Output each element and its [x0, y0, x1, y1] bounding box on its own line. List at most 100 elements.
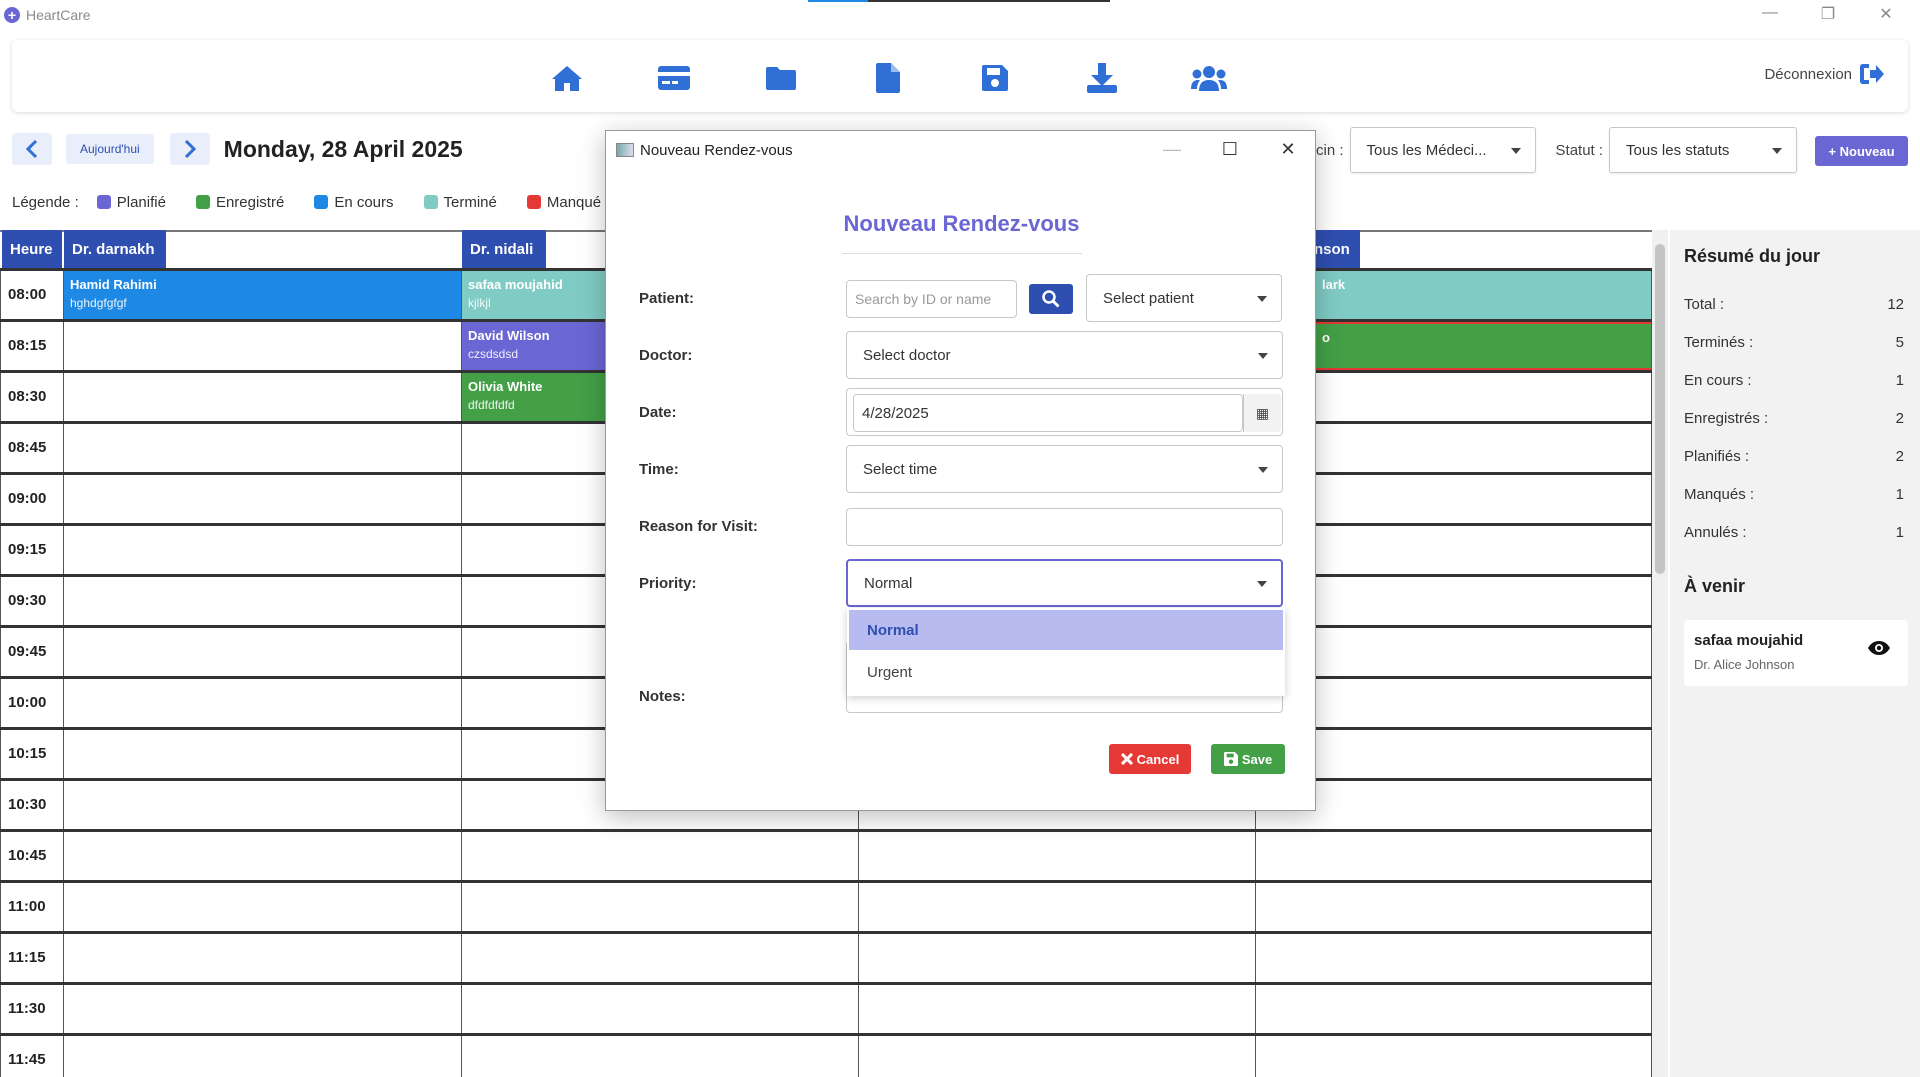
previous-day-button[interactable]	[12, 133, 52, 165]
card-icon[interactable]	[656, 62, 692, 94]
stat-row: Planifiés :2	[1684, 448, 1904, 465]
chevron-down-icon	[1258, 353, 1268, 359]
priority-select-value: Normal	[864, 574, 913, 592]
dialog-close-button[interactable]: ✕	[1276, 139, 1300, 160]
status-filter-label: Statut :	[1555, 141, 1604, 159]
appointment-patient: o	[1322, 330, 1330, 345]
stat-row: Enregistrés :2	[1684, 410, 1904, 427]
time-label: 08:30	[8, 388, 47, 405]
app-logo-icon: +	[4, 7, 20, 23]
date-input[interactable]: 4/28/2025	[853, 394, 1243, 432]
eye-icon[interactable]	[1868, 640, 1890, 656]
stat-row: Terminés :5	[1684, 334, 1904, 351]
day-summary-panel: Résumé du jour Total :12 Terminés :5 En …	[1670, 230, 1920, 1077]
scroll-thumb[interactable]	[1655, 244, 1665, 574]
time-label: 08:00	[8, 286, 47, 303]
time-select[interactable]: Select time	[846, 445, 1283, 493]
folder-icon[interactable]	[763, 62, 799, 94]
minimize-button[interactable]: —	[1755, 4, 1785, 22]
legend-item: Planifié	[96, 194, 166, 211]
dialog-window-title: Nouveau Rendez-vous	[640, 141, 793, 159]
app-title: HeartCare	[26, 7, 91, 23]
doctor-select-value: Select doctor	[863, 346, 951, 364]
stat-row: Annulés :1	[1684, 524, 1904, 541]
appointment-card[interactable]: safaa moujahid kjlkjl	[462, 271, 606, 319]
logout-button[interactable]: Déconnexion	[1764, 64, 1884, 84]
legend-item: Enregistré	[195, 194, 284, 211]
time-label: 11:30	[8, 1000, 46, 1017]
patient-select-value: Select patient	[1103, 289, 1194, 307]
upcoming-title: À venir	[1684, 576, 1746, 596]
download-icon[interactable]	[1084, 62, 1120, 94]
document-icon[interactable]	[870, 62, 906, 94]
appointment-card[interactable]: David Wilson czsdsdsd	[462, 322, 606, 370]
legend-title: Légende :	[12, 193, 79, 211]
doctor-column-header: Dr. darnakh	[64, 230, 166, 268]
appointment-card[interactable]: lark	[1316, 271, 1651, 319]
restore-button[interactable]: ❐	[1813, 4, 1843, 24]
new-appointment-button[interactable]: + Nouveau	[1815, 136, 1908, 166]
status-legend: Légende : Planifié Enregistré En cours T…	[12, 192, 601, 212]
hour-column-header: Heure	[2, 230, 62, 268]
doctor-column-header: nson	[1312, 230, 1360, 268]
patient-search-input[interactable]: Search by ID or name	[846, 280, 1017, 318]
time-label: 08:45	[8, 439, 47, 456]
legend-item: Terminé	[423, 194, 497, 211]
summary-title: Résumé du jour	[1684, 246, 1821, 266]
users-icon[interactable]	[1191, 62, 1227, 94]
loading-progress	[808, 0, 1110, 2]
appointment-patient: Hamid Rahimi	[70, 277, 157, 292]
reason-label: Reason for Visit:	[639, 518, 758, 535]
save-icon[interactable]	[977, 62, 1013, 94]
status-filter-select[interactable]: Tous les statuts	[1609, 127, 1798, 173]
priority-option-urgent[interactable]: Urgent	[849, 652, 1283, 692]
appointment-card[interactable]: o	[1316, 322, 1651, 370]
patient-search-button[interactable]	[1029, 284, 1073, 314]
date-label: Date:	[639, 404, 677, 421]
reason-input[interactable]	[846, 508, 1283, 546]
time-label: 10:45	[8, 847, 47, 864]
appointment-card[interactable]: Olivia White dfdfdfdfd	[462, 373, 606, 421]
dialog-maximize-button[interactable]: ☐	[1218, 139, 1242, 160]
next-day-button[interactable]	[169, 133, 210, 165]
priority-option-normal[interactable]: Normal	[849, 610, 1283, 650]
time-label: 09:00	[8, 490, 47, 507]
stat-row: Total :12	[1684, 296, 1904, 313]
upcoming-appointment-card[interactable]: safaa moujahid Dr. Alice Johnson	[1684, 620, 1908, 686]
calendar-icon[interactable]: ▦	[1243, 394, 1281, 432]
save-button[interactable]: Save	[1211, 744, 1285, 774]
priority-label: Priority:	[639, 575, 697, 592]
doctor-select[interactable]: Select doctor	[846, 331, 1283, 379]
filter-bar: cin : Tous les Médeci... Statut : Tous l…	[1316, 126, 1798, 174]
time-label: 11:45	[8, 1051, 46, 1068]
chevron-down-icon	[1258, 467, 1268, 473]
close-button[interactable]: ✕	[1871, 4, 1901, 24]
chevron-down-icon	[1772, 148, 1783, 154]
priority-dropdown-list: Normal Urgent	[847, 608, 1285, 696]
upcoming-doctor-name: Dr. Alice Johnson	[1694, 657, 1795, 672]
chevron-right-icon	[184, 140, 196, 158]
chevron-left-icon	[26, 140, 38, 158]
patient-label: Patient:	[639, 290, 695, 307]
time-label: 09:15	[8, 541, 47, 558]
doctor-filter-label: cin :	[1316, 141, 1344, 159]
appointment-patient: safaa moujahid	[468, 277, 563, 292]
sign-out-icon	[1860, 64, 1884, 84]
home-icon[interactable]	[549, 62, 585, 94]
save-icon	[1223, 752, 1238, 766]
patient-select[interactable]: Select patient	[1086, 274, 1282, 322]
time-label: 10:15	[8, 745, 47, 762]
stat-row: En cours :1	[1684, 372, 1904, 389]
time-label: 09:45	[8, 643, 47, 660]
time-label: 11:00	[8, 898, 46, 915]
priority-select[interactable]: Normal	[846, 559, 1283, 607]
search-icon	[1042, 290, 1060, 308]
appointment-card[interactable]: Hamid Rahimi hghdgfgfgf	[64, 271, 461, 319]
cancel-button[interactable]: Cancel	[1109, 744, 1191, 774]
appointment-note: kjlkjl	[468, 296, 491, 310]
doctor-filter-select[interactable]: Tous les Médeci...	[1349, 127, 1536, 173]
dialog-minimize-button[interactable]: —	[1160, 139, 1184, 160]
today-button[interactable]: Aujourd'hui	[66, 134, 154, 164]
doctor-label: Doctor:	[639, 347, 693, 364]
schedule-scrollbar[interactable]	[1652, 230, 1668, 1077]
